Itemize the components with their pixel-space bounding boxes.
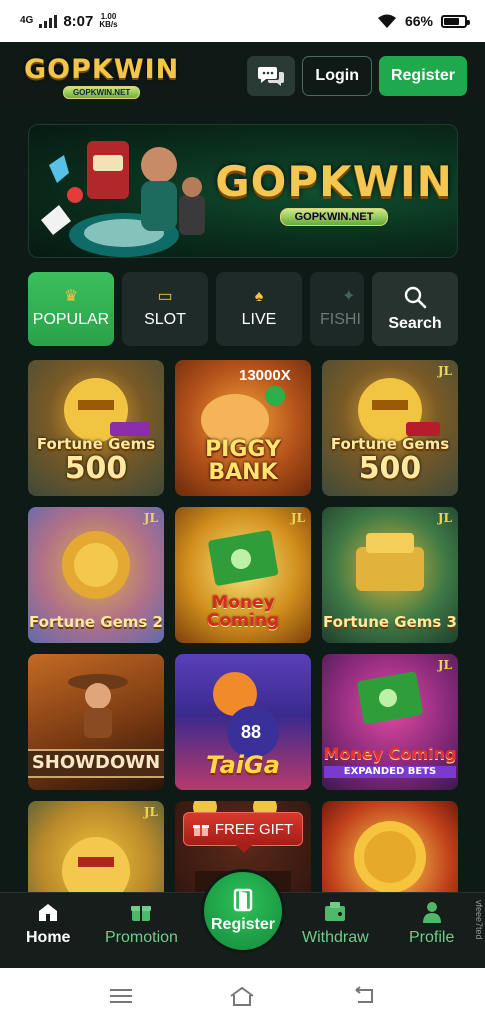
nav-label: Withdraw bbox=[302, 929, 369, 946]
svg-text:13000X: 13000X bbox=[239, 367, 291, 384]
crown-icon: ♛ bbox=[63, 288, 79, 305]
fish-icon: ✦ bbox=[342, 288, 356, 305]
network-indicator: 4G bbox=[20, 15, 34, 26]
tab-label: SLOT bbox=[144, 311, 186, 328]
battery-icon bbox=[441, 14, 470, 28]
jl-badge: JL bbox=[143, 805, 158, 819]
menu-button[interactable] bbox=[106, 984, 136, 1008]
game-title: Fortune Gems 500 bbox=[330, 434, 450, 486]
game-tile-wild-bounty-showdown[interactable]: SHOWDOWN bbox=[28, 654, 164, 790]
user-icon bbox=[421, 901, 443, 923]
menu-icon bbox=[109, 989, 132, 1003]
register-button[interactable]: Register bbox=[378, 56, 467, 96]
status-right: 66% bbox=[377, 13, 470, 29]
logo-text: GOPKWIN bbox=[24, 53, 180, 85]
status-left: 4G 8:07 1.00 KB/s bbox=[20, 13, 118, 30]
game-tile-money-coming-expanded-bets[interactable]: JL Money Coming EXPANDED BETS bbox=[322, 654, 458, 790]
login-button[interactable]: Login bbox=[302, 56, 372, 96]
tab-popular[interactable]: ♛ POPULAR bbox=[28, 272, 114, 346]
chat-icon bbox=[258, 67, 285, 86]
game-tile-fortune-gems-500[interactable]: Fortune Gems 500 bbox=[28, 360, 164, 496]
search-label: Search bbox=[388, 315, 442, 332]
nav-profile[interactable]: Profile bbox=[409, 901, 454, 947]
game-tile-fortune-gems-500-nudge[interactable]: JL Fortune Gems 500 bbox=[322, 360, 458, 496]
jl-badge: JL bbox=[143, 511, 158, 525]
banner-logo-subtext: GOPKWIN.NET bbox=[279, 208, 389, 226]
nav-withdraw[interactable]: Withdraw bbox=[302, 901, 369, 947]
game-title: Fortune Gems 2 bbox=[29, 613, 163, 632]
home-icon bbox=[37, 901, 59, 923]
battery-percent: 66% bbox=[404, 13, 433, 29]
category-tabs: ♛ POPULAR ▭ SLOT ♠ LIVE ✦ FISHI Search bbox=[28, 272, 458, 346]
door-icon bbox=[233, 888, 253, 912]
game-title: TaiGa bbox=[206, 750, 280, 779]
nav-label: Home bbox=[26, 929, 71, 946]
home-button[interactable] bbox=[227, 984, 257, 1008]
nav-register[interactable]: Register bbox=[201, 869, 285, 953]
tab-slot[interactable]: ▭ SLOT bbox=[122, 272, 208, 346]
home-outline-icon bbox=[230, 986, 255, 1006]
slot-icon: ▭ bbox=[157, 288, 173, 305]
banner-logo: GOPKWIN GOPKWIN.NET bbox=[215, 157, 452, 226]
gift-icon bbox=[130, 901, 152, 923]
search-icon bbox=[404, 286, 427, 309]
tab-label: LIVE bbox=[241, 311, 277, 328]
game-title: Money Coming EXPANDED BETS bbox=[323, 743, 457, 778]
signal-icon bbox=[39, 14, 58, 28]
back-button[interactable] bbox=[349, 984, 379, 1008]
nav-label: Promotion bbox=[105, 929, 178, 946]
game-title: SHOWDOWN bbox=[28, 749, 164, 778]
gift-icon bbox=[192, 825, 209, 836]
chat-button[interactable] bbox=[247, 56, 296, 96]
status-bar: 4G 8:07 1.00 KB/s 66% bbox=[0, 0, 485, 42]
game-tile-fortune-gems-3[interactable]: JL Fortune Gems 3 bbox=[322, 507, 458, 643]
wifi-icon bbox=[377, 14, 396, 28]
nav-label: Register bbox=[210, 916, 276, 933]
game-title: PIGGY BANK bbox=[205, 436, 281, 485]
logo-subtext: GOPKWIN.NET bbox=[62, 85, 141, 99]
free-gift-label: FREE GIFT bbox=[214, 820, 294, 838]
nav-label: Profile bbox=[409, 929, 455, 946]
wallet-icon bbox=[324, 901, 346, 923]
game-title: Fortune Gems 500 bbox=[36, 434, 156, 486]
banner-logo-text: GOPKWIN bbox=[215, 157, 453, 206]
tab-label: POPULAR bbox=[32, 311, 110, 328]
jl-badge: JL bbox=[437, 364, 452, 378]
app-header: GOPKWIN GOPKWIN.NET Login Register bbox=[0, 42, 485, 110]
casino-artwork-icon bbox=[41, 141, 205, 257]
header-actions: Login Register bbox=[247, 56, 467, 96]
cards-icon: ♠ bbox=[254, 288, 264, 305]
nav-home[interactable]: Home bbox=[26, 901, 70, 947]
system-nav-bar bbox=[0, 968, 485, 1024]
game-tile-taiga[interactable]: 88 TaiGa bbox=[175, 654, 311, 790]
game-tile-fortune-gems-2[interactable]: JL Fortune Gems 2 bbox=[28, 507, 164, 643]
watermark: vfeee7ted bbox=[474, 900, 484, 940]
back-icon bbox=[355, 986, 374, 1003]
game-tile-piggy-bank[interactable]: 13000X PIGGY BANK bbox=[175, 360, 311, 496]
clock: 8:07 bbox=[63, 12, 94, 30]
svg-text:88: 88 bbox=[241, 722, 261, 742]
free-gift-button[interactable]: FREE GIFT bbox=[183, 812, 303, 853]
tab-fishing[interactable]: ✦ FISHI bbox=[310, 272, 364, 346]
network-speed: 1.00 KB/s bbox=[99, 12, 118, 29]
jl-badge: JL bbox=[290, 511, 305, 525]
logo[interactable]: GOPKWIN GOPKWIN.NET bbox=[24, 54, 179, 99]
jl-badge: JL bbox=[437, 658, 452, 672]
game-tile-money-coming[interactable]: JL Money Coming bbox=[175, 507, 311, 643]
bottom-nav: Home Promotion Register Withdraw Profile bbox=[0, 869, 485, 968]
jl-badge: JL bbox=[437, 511, 452, 525]
promo-banner[interactable]: GOPKWIN GOPKWIN.NET bbox=[28, 124, 458, 258]
tab-label: FISHI bbox=[320, 311, 361, 328]
nav-promotion[interactable]: Promotion bbox=[105, 901, 178, 947]
search-button[interactable]: Search bbox=[372, 272, 458, 346]
game-title: Fortune Gems 3 bbox=[323, 613, 457, 632]
tab-live[interactable]: ♠ LIVE bbox=[216, 272, 302, 346]
game-title: Money Coming bbox=[207, 593, 279, 632]
